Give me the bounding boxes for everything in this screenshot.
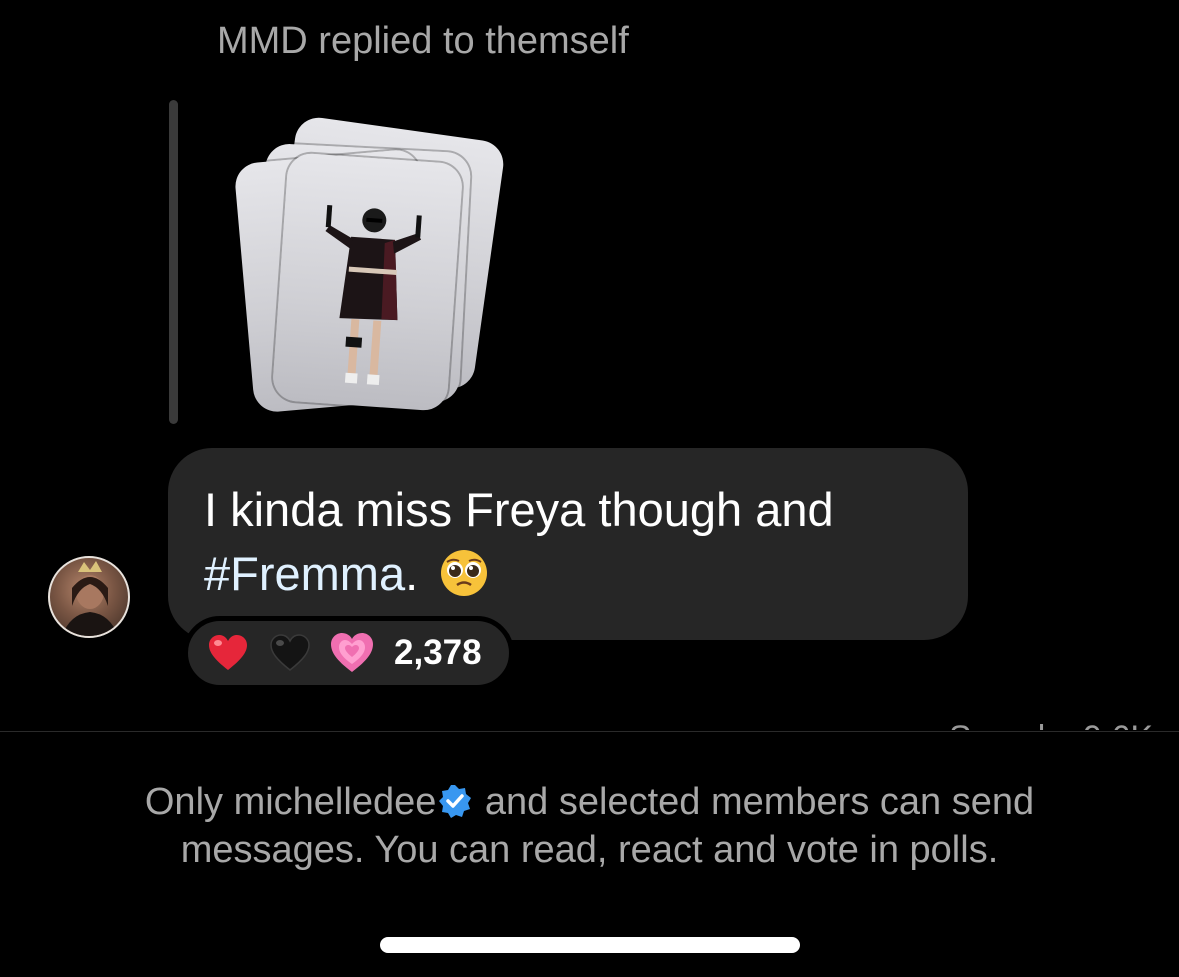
red-heart-icon [209, 635, 247, 670]
seen-by-label: Seen by 9.6K [949, 708, 1153, 730]
message-text-line1: I kinda miss Freya though and [204, 483, 834, 536]
notice-text-part2: and selected members can send [474, 781, 1035, 823]
reaction-count: 2,378 [394, 633, 482, 672]
verified-badge-icon [439, 785, 472, 818]
replied-photo-stack[interactable] [230, 114, 510, 414]
divider [0, 731, 1179, 732]
notice-text-part1: Only michelledee [144, 781, 437, 823]
photo-card-front [271, 152, 464, 412]
home-indicator[interactable] [380, 937, 800, 953]
reply-header: MMD replied to themself [217, 20, 629, 62]
reactions-pill[interactable]: 2,378 [183, 616, 514, 690]
person-photo [324, 204, 422, 386]
message-bubble[interactable]: I kinda miss Freya though and #Fremma. [168, 448, 968, 640]
hashtag-link[interactable]: #Fremma [204, 547, 405, 600]
reply-quote-bar [169, 100, 178, 424]
message-text-line2: #Fremma. [204, 542, 932, 606]
avatar-photo [62, 561, 118, 636]
pleading-face-icon [441, 550, 488, 596]
message-text-punctuation: . [405, 547, 419, 600]
growing-heart-icon [331, 633, 373, 672]
black-heart-icon [270, 634, 310, 671]
notice-line2: messages. You can read, react and vote i… [180, 829, 999, 871]
notice-line1: Only michelledee and selected members ca… [0, 778, 1179, 826]
channel-notice: Only michelledee and selected members ca… [0, 778, 1179, 874]
avatar[interactable] [48, 556, 130, 638]
